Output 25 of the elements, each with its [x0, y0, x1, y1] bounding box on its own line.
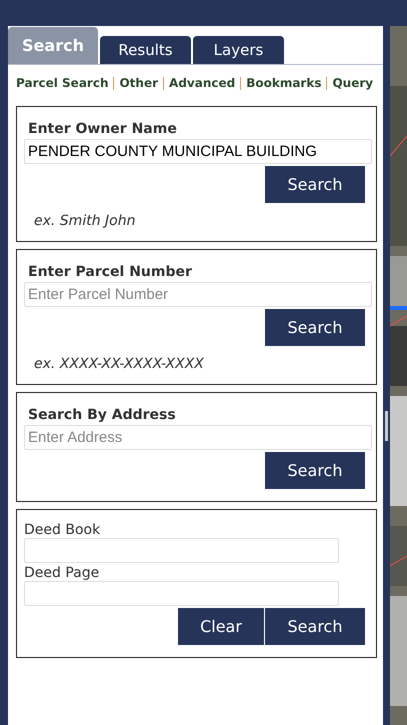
input-field[interactable]: Enter Parcel Number [24, 282, 372, 307]
search-button[interactable]: Clear [178, 608, 264, 645]
search-button[interactable]: Search [265, 452, 365, 489]
input-field[interactable] [24, 581, 339, 606]
nav-link[interactable]: Other [119, 76, 158, 90]
field-label: Deed Book [24, 522, 102, 538]
search-button[interactable]: Search [265, 166, 365, 203]
section-heading: Enter Parcel Number [27, 264, 193, 280]
section-heading: Search By Address [27, 407, 177, 423]
input-field[interactable] [24, 538, 339, 563]
splitter-handle[interactable] [385, 411, 388, 441]
tab[interactable]: Layers [193, 36, 284, 64]
input-field[interactable]: Enter Address [24, 425, 372, 450]
field-label: Deed Page [24, 565, 100, 581]
example-hint: ex. Smith John [33, 213, 136, 229]
nav-link[interactable]: Bookmarks [246, 76, 322, 90]
input-field[interactable]: PENDER COUNTY MUNICIPAL BUILDING [24, 139, 372, 164]
section-heading: Enter Owner Name [27, 121, 178, 137]
nav-link[interactable]: Parcel Search [16, 76, 108, 90]
search-button[interactable]: Search [265, 608, 365, 645]
nav-link[interactable]: Query [332, 76, 374, 90]
example-hint: ex. XXXX-XX-XXXX-XXXX [33, 356, 205, 372]
tab[interactable]: Results [100, 36, 191, 64]
nav-link[interactable]: Advanced [169, 76, 236, 90]
search-button[interactable]: Search [265, 309, 365, 346]
